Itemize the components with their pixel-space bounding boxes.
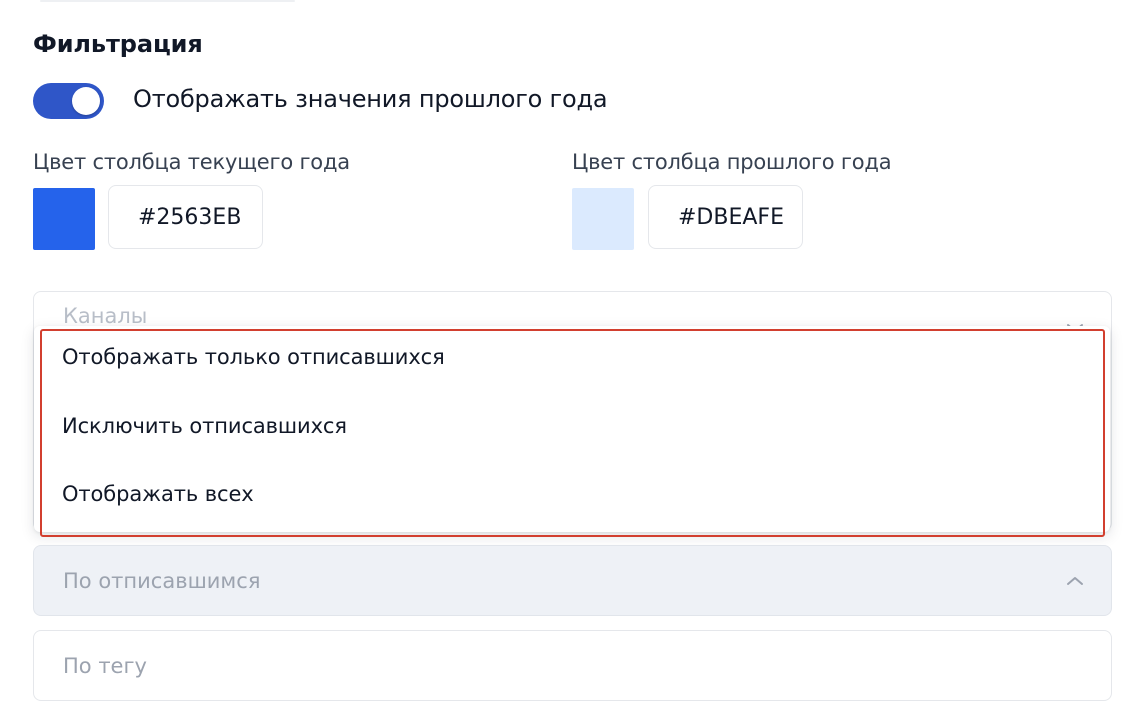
last-year-color-label: Цвет столбца прошлого года [572, 150, 892, 174]
show-last-year-label: Отображать значения прошлого года [133, 85, 608, 113]
tag-select[interactable]: По тегу [33, 630, 1112, 701]
channels-select-placeholder: Каналы [63, 304, 148, 328]
last-year-color-input[interactable] [648, 185, 803, 249]
last-year-color-swatch[interactable] [572, 188, 634, 250]
chevron-up-icon [1067, 576, 1083, 585]
current-year-color-swatch[interactable] [33, 188, 95, 250]
section-title: Фильтрация [33, 30, 203, 58]
dropdown-option-only-unsubscribed[interactable]: Отображать только отписавшихся [62, 345, 445, 369]
unsubscribed-dropdown-menu: Отображать только отписавшихся Исключить… [34, 326, 1110, 532]
filter-panel: Фильтрация Отображать значения прошлого … [0, 0, 1148, 718]
unsubscribed-select-placeholder: По отписавшимся [63, 568, 261, 593]
dropdown-option-show-all[interactable]: Отображать всех [62, 482, 254, 506]
current-year-color-input[interactable] [108, 185, 263, 249]
top-divider [40, 0, 295, 2]
unsubscribed-select[interactable]: По отписавшимся [33, 545, 1112, 616]
tag-select-placeholder: По тегу [63, 653, 147, 678]
show-last-year-toggle[interactable] [33, 83, 104, 119]
current-year-color-label: Цвет столбца текущего года [33, 150, 350, 174]
dropdown-option-exclude-unsubscribed[interactable]: Исключить отписавшихся [62, 414, 347, 438]
toggle-knob [72, 87, 100, 115]
